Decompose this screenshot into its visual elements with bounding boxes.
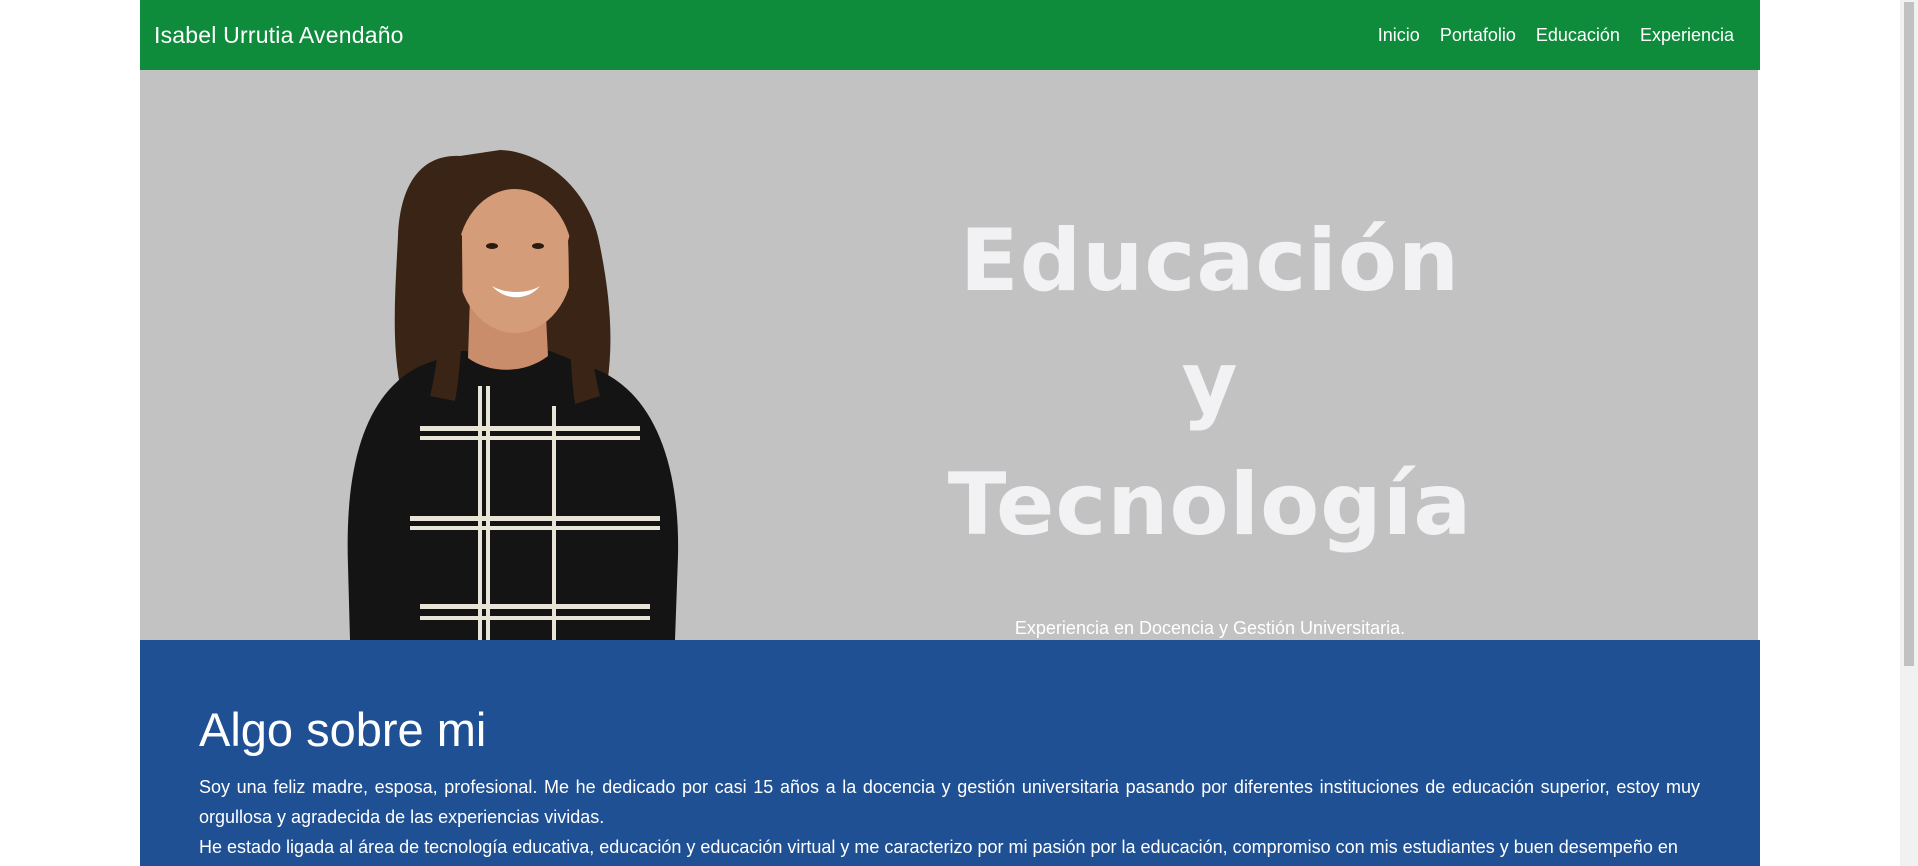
hero-title-line1: Educación y [959, 211, 1461, 433]
page-scrollbar[interactable] [1900, 0, 1918, 866]
about-heading: Algo sobre mi [199, 703, 487, 756]
hero-subtitle: Experiencia en Docencia y Gestión Univer… [1014, 618, 1406, 638]
portrait-photo [347, 150, 679, 640]
nav-links: Inicio Portafolio Educación Experiencia [1378, 25, 1734, 46]
navbar: Isabel Urrutia Avendaño Inicio Portafoli… [140, 0, 1760, 70]
nav-link-experiencia[interactable]: Experiencia [1640, 25, 1734, 46]
about-paragraph-1: Soy una feliz madre, esposa, profesional… [199, 777, 1700, 827]
page: Isabel Urrutia Avendaño Inicio Portafoli… [0, 0, 1918, 866]
nav-link-portafolio[interactable]: Portafolio [1440, 25, 1516, 46]
brand-link[interactable]: Isabel Urrutia Avendaño [154, 22, 404, 49]
main-container: Isabel Urrutia Avendaño Inicio Portafoli… [140, 0, 1760, 866]
about-section: Algo sobre mi Soy una feliz madre, espos… [140, 640, 1760, 866]
hero-title-line2: Tecnología [947, 455, 1473, 555]
about-paragraph-2: He estado ligada al área de tecnología e… [199, 837, 1678, 857]
scrollbar-thumb[interactable] [1904, 2, 1914, 666]
nav-link-educacion[interactable]: Educación [1536, 25, 1620, 46]
hero-title: Educación y Tecnología [920, 200, 1500, 566]
nav-link-inicio[interactable]: Inicio [1378, 25, 1420, 46]
hero-section: Educación y Tecnología Experiencia en Do… [140, 70, 1758, 640]
hero-text: Educación y Tecnología Experiencia en Do… [920, 200, 1500, 639]
